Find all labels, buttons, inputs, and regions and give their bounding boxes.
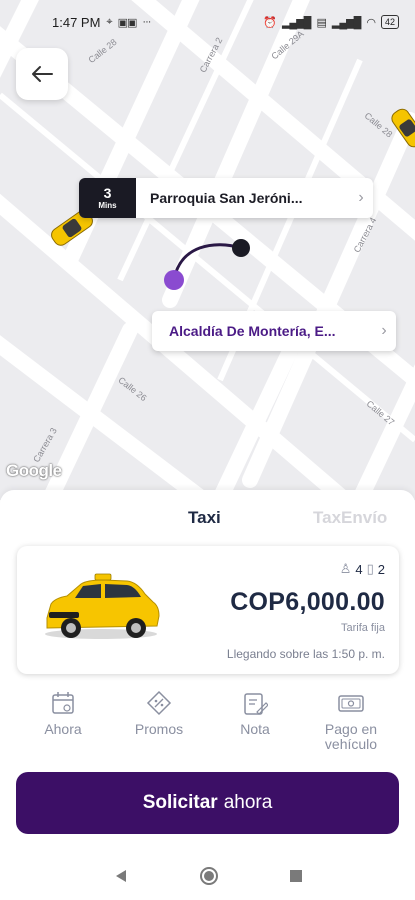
- tab-taxenvio[interactable]: TaxEnvío: [313, 508, 387, 528]
- option-nota[interactable]: Nota: [210, 690, 300, 737]
- taxi-car-icon: [45, 573, 160, 639]
- eta-unit: Mins: [98, 201, 117, 210]
- more-icon: ···: [142, 16, 151, 28]
- fare-price: COP6,000.00: [230, 588, 385, 616]
- option-promos[interactable]: Promos: [114, 690, 204, 737]
- wifi-icon: ◠: [366, 16, 376, 29]
- pickup-card[interactable]: 3 Mins Parroquia San Jeróni... ›: [79, 178, 373, 218]
- destination-name: Alcaldía De Montería, E...: [169, 323, 336, 339]
- tag-icon: [146, 690, 172, 716]
- bottom-sheet: Taxi TaxEnvío ♙ 4 ▯ 2 COP6,000.00 Tarifa…: [0, 490, 415, 900]
- option-ahora[interactable]: Ahora: [18, 690, 108, 737]
- tab-taxi[interactable]: Taxi: [188, 508, 221, 528]
- location-icon: ⌖: [106, 15, 112, 28]
- luggage-count: 2: [377, 561, 385, 577]
- person-icon: ♙: [339, 561, 352, 576]
- destination-card[interactable]: Alcaldía De Montería, E... ›: [152, 311, 396, 351]
- status-left: 1:47 PM ⌖ ▣▣ ···: [52, 14, 151, 30]
- arrow-left-icon: [32, 66, 53, 82]
- fare-card[interactable]: ♙ 4 ▯ 2 COP6,000.00 Tarifa fija Llegando…: [17, 546, 399, 674]
- option-label: Promos: [134, 721, 184, 737]
- request-ride-button[interactable]: Solicitar ahora: [16, 772, 399, 834]
- service-tabs: Taxi TaxEnvío: [0, 508, 415, 532]
- ride-options: Ahora Promos Nota Pago en vehículo: [0, 690, 415, 760]
- eta-badge: 3 Mins: [79, 178, 136, 218]
- note-icon: [244, 693, 268, 715]
- request-button-strong: Solicitar: [142, 792, 218, 813]
- request-button-rest: ahora: [223, 792, 273, 813]
- destination-marker: [232, 239, 250, 257]
- status-right: ⏰ ▂▄▆█ ▤ ▂▄▆█ ◠ 42: [263, 15, 399, 29]
- battery-icon: 42: [380, 15, 399, 29]
- capacity-info: ♙ 4 ▯ 2: [340, 561, 385, 577]
- nav-back-icon[interactable]: [113, 868, 129, 884]
- sim-icon: ▤: [316, 16, 326, 29]
- signal-icon: ▂▄▆█: [281, 16, 311, 29]
- calendar-icon: [52, 692, 74, 714]
- cash-icon: [338, 695, 364, 712]
- status-bar: 1:47 PM ⌖ ▣▣ ··· ⏰ ▂▄▆█ ▤ ▂▄▆█ ◠ 42: [0, 0, 415, 44]
- signal-icon: ▂▄▆█: [331, 16, 361, 29]
- option-pago-vehiculo[interactable]: Pago en vehículo: [306, 690, 396, 752]
- option-label: Nota: [240, 721, 270, 737]
- luggage-icon: ▯: [366, 561, 374, 576]
- option-label: Ahora: [44, 721, 82, 737]
- nav-home-icon[interactable]: [199, 866, 219, 886]
- system-nav-bar: [0, 852, 415, 900]
- pickup-marker: [164, 270, 184, 290]
- passenger-count: 4: [355, 561, 363, 577]
- status-time: 1:47 PM: [52, 14, 101, 30]
- pickup-name: Parroquia San Jeróni...: [150, 190, 303, 206]
- google-logo: Google: [6, 461, 62, 480]
- back-button[interactable]: [16, 48, 68, 100]
- eta-value: 3: [103, 185, 112, 201]
- option-label: Pago en vehículo: [324, 721, 378, 752]
- chevron-right-icon: ›: [358, 189, 364, 206]
- fare-type: Tarifa fija: [340, 622, 385, 634]
- nav-recents-icon[interactable]: [289, 869, 303, 883]
- arrival-time: Llegando sobre las 1:50 p. m.: [226, 647, 385, 661]
- alarm-icon: ⏰: [263, 16, 277, 29]
- notification-icon: ▣▣: [117, 16, 138, 29]
- chevron-right-icon: ›: [381, 322, 387, 339]
